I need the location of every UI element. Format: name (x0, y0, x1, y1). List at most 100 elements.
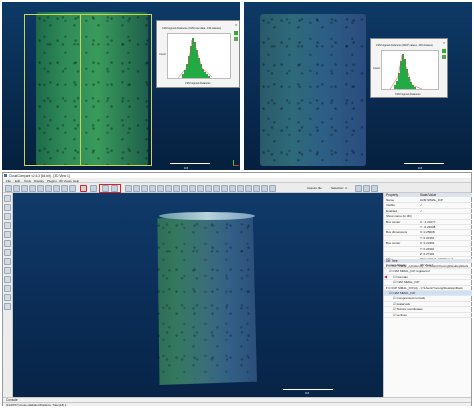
tree-item-label: C2M SIMAL_ICP (392, 290, 416, 295)
label-icon[interactable] (149, 184, 156, 192)
translate-icon[interactable] (133, 184, 140, 192)
filter-icon[interactable] (189, 184, 196, 192)
tree-item-label: scalarvals (396, 301, 410, 306)
menu-3d-views[interactable]: 3D Views (59, 179, 72, 183)
prop-value: ✓ (420, 208, 423, 213)
mesh-icon[interactable] (205, 184, 212, 192)
main-3d-viewport[interactable]: 0.6 (13, 193, 383, 397)
delete-icon[interactable] (53, 184, 60, 192)
box-icon[interactable] (245, 184, 252, 192)
light-icon[interactable] (4, 231, 11, 238)
crop-icon[interactable] (181, 184, 188, 192)
export-icon[interactable] (234, 31, 238, 35)
view-top-icon[interactable] (4, 240, 11, 247)
color-icon[interactable] (165, 184, 172, 192)
menu-display[interactable]: Display (34, 179, 44, 183)
view-right-icon[interactable] (4, 276, 11, 283)
picking-icon[interactable] (141, 184, 148, 192)
close-icon[interactable]: × (235, 22, 237, 27)
histogram-x-label: C2M signed distances (395, 93, 421, 96)
tree-arrow-highlight: ◀ (384, 274, 388, 279)
view-top-icon[interactable] (371, 184, 378, 192)
histogram-window[interactable]: C2M signed distances (C2M raw data, 149 … (156, 20, 240, 88)
torus-icon[interactable] (253, 184, 260, 192)
properties-icon[interactable] (29, 184, 36, 192)
segment-icon[interactable] (125, 184, 132, 192)
tree-item-label: vertices (396, 312, 407, 317)
save-icon[interactable] (13, 184, 20, 192)
open-icon[interactable] (5, 184, 12, 192)
close-icon[interactable]: × (443, 40, 445, 45)
view-front-icon[interactable] (4, 249, 11, 256)
prop-key: Enabled (386, 208, 398, 213)
selection-divider (80, 14, 81, 166)
plane-icon[interactable] (213, 184, 220, 192)
acquire-file-label[interactable]: Acquire file (307, 186, 322, 190)
iso1-icon[interactable] (4, 294, 11, 301)
tree-item-label: C:\ICP SIMAL_cylinder.ply - C:\Users\Yuc… (388, 264, 469, 268)
pivot-icon[interactable] (4, 213, 11, 220)
export-icon[interactable] (442, 49, 446, 53)
prop-key: Show name (in 3D) (386, 214, 412, 219)
prop-value: C2M SIMAL_ICP (420, 198, 443, 202)
stats-icon[interactable] (197, 184, 204, 192)
top-left-viewport[interactable]: 0.6 C2M signed distances (C2M raw data, … (2, 2, 240, 170)
register-icon[interactable] (80, 184, 87, 192)
normals-icon[interactable] (69, 184, 76, 192)
cone-icon[interactable] (237, 184, 244, 192)
app-window: CloudCompare v2.6.3 [64-bit] - [3D View … (2, 172, 472, 407)
clone-icon[interactable] (37, 184, 44, 192)
histogram-y-label: Count (159, 53, 166, 56)
cylinder-texture (260, 14, 366, 166)
menu-tools[interactable]: Tools (24, 179, 31, 183)
prop-key: Box center (386, 241, 401, 246)
top-right-viewport[interactable]: 0.6 C2M signed distances (MKP values, 10… (244, 2, 472, 170)
tree-item-label: C2M SIMAL_ICP (396, 280, 420, 285)
view-back-icon[interactable] (4, 267, 11, 274)
cloud-mesh-dist-icon[interactable] (102, 184, 109, 192)
view-left-icon[interactable] (4, 258, 11, 265)
main-toolbar: Acquire file Selection: 4 (3, 183, 471, 193)
cylinder-icon[interactable] (229, 184, 236, 192)
dish-icon[interactable] (261, 184, 268, 192)
selection-frame (24, 14, 152, 166)
view-front-icon[interactable] (355, 184, 362, 192)
menu-file[interactable]: File (6, 179, 11, 183)
histogram-window[interactable]: C2M signed distances (MKP values, 100 cl… (370, 38, 448, 98)
tree-item[interactable]: ☑ vertices (384, 313, 472, 318)
properties-header: Property State/Value (384, 193, 472, 197)
menu-plugins[interactable]: Plugins (47, 179, 57, 183)
scalar-field-icon[interactable] (157, 184, 164, 192)
db-tree: ▾ C:\ICP SIMAL_cylinder.ply - C:\Users\Y… (384, 264, 472, 318)
export-icon-2[interactable] (234, 37, 238, 41)
view-back-icon[interactable] (363, 184, 370, 192)
layers-icon[interactable] (21, 184, 28, 192)
poly-icon[interactable] (269, 184, 276, 192)
menu-help[interactable]: Help (73, 179, 79, 183)
zoom-fit-icon[interactable] (4, 204, 11, 211)
merge-icon[interactable] (45, 184, 52, 192)
tree-item-label: Texture coordinates (396, 307, 423, 312)
cylinder-top-rim (159, 212, 255, 220)
prop-value: Y: -0.23008 (420, 224, 436, 229)
view-bottom-icon[interactable] (4, 285, 11, 292)
histogram-bars (177, 38, 213, 79)
histogram-title: C2M signed distances (MKP values, 100 cl… (376, 44, 433, 47)
scale-bar (404, 163, 444, 164)
prop-key: Box center (386, 219, 401, 224)
histogram-plot (381, 50, 439, 90)
subsample-icon[interactable] (61, 184, 68, 192)
align-icon[interactable] (90, 184, 97, 192)
scale-icon[interactable] (173, 184, 180, 192)
histogram-x-label: C2M signed distances (185, 82, 211, 85)
histogram-title: C2M signed distances (C2M raw data, 149 … (162, 27, 222, 30)
menu-edit[interactable]: Edit (15, 179, 20, 183)
sphere-icon[interactable] (221, 184, 228, 192)
perspective-icon[interactable] (4, 222, 11, 229)
iso2-icon[interactable] (4, 303, 11, 310)
db-tree-header: DB Tree (384, 259, 472, 263)
export-icon-2[interactable] (442, 55, 446, 59)
app-icon (4, 174, 7, 177)
view-iso-icon[interactable] (4, 195, 11, 202)
cloud-cloud-dist-icon[interactable] (111, 184, 118, 192)
